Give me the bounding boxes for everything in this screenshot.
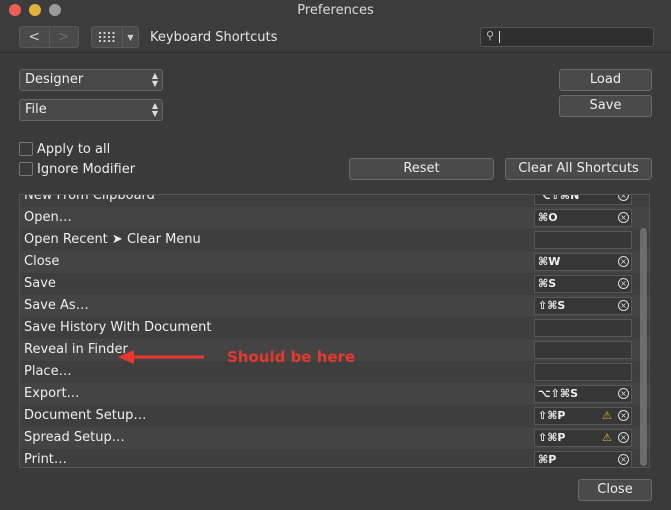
shortcut-name: Reveal in Finder (24, 342, 128, 357)
shortcut-row[interactable]: Save As… ⇧⌘S × (20, 295, 649, 317)
clear-shortcut-icon[interactable]: × (618, 212, 629, 223)
grid-icon (92, 27, 122, 47)
shortcut-name: Print… (24, 452, 67, 467)
clear-shortcut-icon[interactable]: × (618, 300, 629, 311)
shortcut-list: New From Clipboard ⌥⇧⌘N × Open… ⌘O × Open Rece… (19, 194, 650, 468)
chevron-down-icon[interactable]: ▼ (122, 27, 138, 47)
apply-to-all-label: Apply to all (37, 142, 111, 157)
back-button[interactable]: < (20, 27, 49, 47)
category-select[interactable]: File ▲ ▼ (19, 99, 163, 121)
shortcut-row[interactable]: Close ⌘W × (20, 251, 649, 273)
forward-button[interactable]: > (48, 27, 79, 47)
text-cursor (499, 31, 500, 43)
load-button[interactable]: Load (559, 69, 652, 91)
shortcut-row[interactable]: Save History With Document (20, 317, 649, 339)
show-all-button[interactable]: ▼ (91, 26, 139, 48)
close-button[interactable]: Close (578, 479, 652, 501)
category-select-value: File (25, 102, 47, 117)
shortcut-name: Save History With Document (24, 320, 212, 335)
shortcut-row[interactable]: Document Setup… ⇧⌘P ⚠ × (20, 405, 649, 427)
nav-buttons: < > (19, 26, 79, 48)
shortcut-name: Open… (24, 210, 72, 225)
window-title: Preferences (297, 3, 374, 18)
app-select[interactable]: Designer ▲ ▼ (19, 69, 163, 91)
title-bar: Preferences < > ▼ Keyboard Shortcuts ⚲ (0, 0, 671, 53)
shortcut-row[interactable]: Spread Setup… ⇧⌘P ⚠ × (20, 427, 649, 449)
shortcut-key-field[interactable] (534, 231, 632, 249)
clear-shortcut-icon[interactable]: × (618, 454, 629, 465)
app-select-value: Designer (25, 72, 84, 87)
select-arrows-icon: ▲ ▼ (151, 101, 158, 118)
ignore-modifier-label: Ignore Modifier (37, 162, 136, 177)
clear-shortcut-icon[interactable]: × (618, 256, 629, 267)
shortcut-name: New From Clipboard (24, 194, 155, 203)
warning-icon: ⚠ (602, 409, 612, 422)
ignore-modifier-checkbox[interactable] (19, 162, 33, 176)
apply-to-all-checkbox[interactable] (19, 142, 33, 156)
shortcut-key-field[interactable] (534, 363, 632, 381)
shortcut-row[interactable]: New From Clipboard ⌥⇧⌘N × (20, 194, 649, 207)
clear-shortcut-icon[interactable]: × (618, 278, 629, 289)
clear-shortcut-icon[interactable]: × (618, 410, 629, 421)
shortcut-row[interactable]: Print… ⌘P × (20, 449, 649, 467)
save-button[interactable]: Save (559, 95, 652, 117)
red-arrow-annotation (118, 350, 204, 364)
shortcut-name: Place… (24, 364, 72, 379)
shortcut-key-field[interactable] (534, 319, 632, 337)
scrollbar[interactable] (640, 228, 647, 466)
section-title: Keyboard Shortcuts (150, 30, 278, 45)
clear-shortcut-icon[interactable]: × (618, 388, 629, 399)
clear-shortcut-icon[interactable]: × (618, 432, 629, 443)
shortcut-row[interactable]: Export… ⌥⇧⌘S × (20, 383, 649, 405)
search-icon: ⚲ (486, 29, 495, 42)
shortcut-row[interactable]: Save ⌘S × (20, 273, 649, 295)
shortcut-row[interactable]: Open… ⌘O × (20, 207, 649, 229)
warning-icon: ⚠ (602, 431, 612, 444)
annotation-text: Should be here (227, 348, 356, 366)
shortcut-name: Save As… (24, 298, 89, 313)
shortcut-row[interactable]: Open Recent ➤ Clear Menu (20, 229, 649, 251)
search-input[interactable]: ⚲ (480, 27, 654, 47)
shortcut-name: Document Setup… (24, 408, 147, 423)
shortcut-name: Save (24, 276, 56, 291)
shortcut-name: Close (24, 254, 60, 269)
shortcut-name: Export… (24, 386, 80, 401)
clear-all-shortcuts-button[interactable]: Clear All Shortcuts (505, 158, 652, 180)
shortcut-name: Open Recent ➤ Clear Menu (24, 232, 201, 247)
shortcut-name: Spread Setup… (24, 430, 125, 445)
shortcut-key-field[interactable] (534, 341, 632, 359)
select-arrows-icon: ▲ ▼ (151, 71, 158, 88)
reset-button[interactable]: Reset (349, 158, 494, 180)
